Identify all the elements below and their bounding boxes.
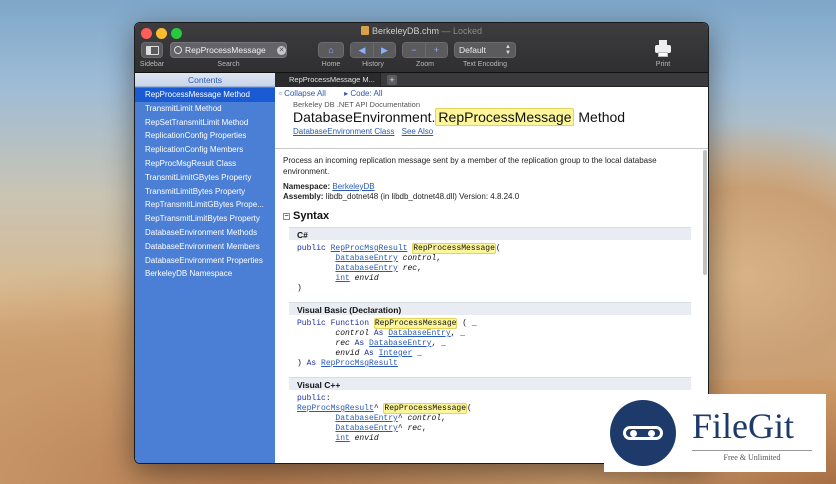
namespace-link[interactable]: BerkeleyDB <box>332 182 374 191</box>
sidebar-item[interactable]: DatabaseEnvironment Properties <box>135 254 275 268</box>
print-icon[interactable] <box>654 40 672 58</box>
sidebar-item[interactable]: DatabaseEnvironment Members <box>135 240 275 254</box>
namespace-row: Namespace: BerkeleyDB <box>283 182 375 191</box>
sidebar-item[interactable]: RepSetTransmitLimit Method <box>135 116 275 130</box>
tab-active[interactable]: RepProcessMessage M... <box>275 73 381 87</box>
home-label: Home <box>321 61 341 68</box>
search-icon <box>174 46 182 54</box>
assembly-row: Assembly: libdb_dotnet48 (in libdb_dotne… <box>283 192 520 201</box>
sidebar-item[interactable]: ReplicationConfig Properties <box>135 129 275 143</box>
header-links: DatabaseEnvironment Class See Also <box>293 127 625 136</box>
class-link[interactable]: DatabaseEnvironment Class <box>293 127 394 136</box>
titlebar: BerkeleyDB.chm — Locked Sidebar ✕ Search… <box>135 23 708 73</box>
code-block-csharp: C# public RepProcMsgResult RepProcessMes… <box>289 227 691 298</box>
sidebar-item[interactable]: RepProcessMessage Method <box>135 88 275 102</box>
sidebar-item[interactable]: TransmitLimit Method <box>135 102 275 116</box>
filegit-logo <box>610 400 676 466</box>
home-icon: ⌂ <box>328 45 334 55</box>
doc-header: Berkeley DB .NET API Documentation Datab… <box>293 100 625 136</box>
contents-list: RepProcessMessage Method TransmitLimit M… <box>135 87 275 281</box>
search-label: Search <box>217 61 240 68</box>
search-input[interactable] <box>185 45 277 55</box>
collapse-icon[interactable]: − <box>283 213 290 220</box>
sidebar-item[interactable]: ReplicationConfig Members <box>135 143 275 157</box>
sidebar-item[interactable]: TransmitLimitGBytes Property <box>135 171 275 185</box>
history-label: History <box>362 61 384 68</box>
forward-arrow-icon[interactable]: ▶ <box>373 43 395 57</box>
chevron-updown-icon: ▲ ▼ <box>505 44 511 56</box>
code-block-vb: Visual Basic (Declaration) Public Functi… <box>289 302 691 373</box>
clear-search-icon[interactable]: ✕ <box>277 45 286 55</box>
sidebar-item[interactable]: TransmitLimitBytes Property <box>135 185 275 199</box>
encoding-value: Default <box>459 45 486 55</box>
sidebar-item[interactable]: BerkeleyDB Namespace <box>135 267 275 281</box>
watermark-name: FileGit <box>692 406 795 446</box>
sidebar-item[interactable]: RepProcMsgResult Class <box>135 157 275 171</box>
divider <box>275 148 708 149</box>
sidebar-item[interactable]: DatabaseEnvironment Methods <box>135 226 275 240</box>
sidebar-label: Sidebar <box>139 61 165 68</box>
code-body: Public Function RepProcessMessage ( _ co… <box>297 318 477 368</box>
sidebar-header[interactable]: Contents <box>135 73 275 87</box>
sidebar-item[interactable]: RepTransmitLimitBytes Property <box>135 212 275 226</box>
sidebar-icon <box>145 45 159 55</box>
code-body: public RepProcMsgResult RepProcessMessag… <box>297 243 501 293</box>
doc-toolbar: ▫ Collapse All ▸ Code: All <box>279 89 398 98</box>
zoom-in-icon[interactable]: + <box>425 43 447 57</box>
watermark-tagline: Free & Unlimited <box>692 450 812 462</box>
document-icon <box>360 26 369 35</box>
syntax-heading[interactable]: − Syntax <box>283 210 693 222</box>
code-title: Visual Basic (Declaration) <box>289 302 691 315</box>
window-title-locked: — Locked <box>439 26 483 36</box>
zoom-label: Zoom <box>416 61 434 68</box>
scrollbar-thumb[interactable] <box>703 150 707 275</box>
code-title: Visual C++ <box>289 377 691 390</box>
sidebar: Contents RepProcessMessage Method Transm… <box>135 73 275 463</box>
search-field[interactable]: ✕ <box>170 42 287 58</box>
code-filter-link[interactable]: ▸ Code: All <box>344 89 390 98</box>
print-label: Print <box>655 61 671 68</box>
sidebar-toggle-button[interactable] <box>141 42 163 58</box>
code-title: C# <box>289 227 691 240</box>
zoom-control: − + <box>402 42 448 58</box>
see-also-link[interactable]: See Also <box>402 127 434 136</box>
encoding-select[interactable]: Default ▲ ▼ <box>454 42 516 58</box>
window-title-text: BerkeleyDB.chm <box>371 26 439 36</box>
sidebar-item[interactable]: RepTransmitLimitGBytes Prope... <box>135 198 275 212</box>
add-tab-button[interactable]: + <box>387 75 397 85</box>
encoding-label: Text Encoding <box>463 61 507 68</box>
tab-bar: RepProcessMessage M... + <box>275 73 708 87</box>
description: Process an incoming replication message … <box>283 156 657 176</box>
page-title: DatabaseEnvironment. RepProcessMessage Me… <box>293 108 626 126</box>
history-control: ◀ ▶ <box>350 42 396 58</box>
filegit-watermark: FileGit Free & Unlimited <box>604 394 826 472</box>
back-arrow-icon[interactable]: ◀ <box>351 43 373 57</box>
collapse-all-link[interactable]: ▫ Collapse All <box>279 89 334 98</box>
home-button[interactable]: ⌂ <box>318 42 344 58</box>
zoom-out-icon[interactable]: − <box>403 43 425 57</box>
title-highlight: RepProcessMessage <box>435 108 575 126</box>
window-title: BerkeleyDB.chm — Locked <box>135 26 708 36</box>
